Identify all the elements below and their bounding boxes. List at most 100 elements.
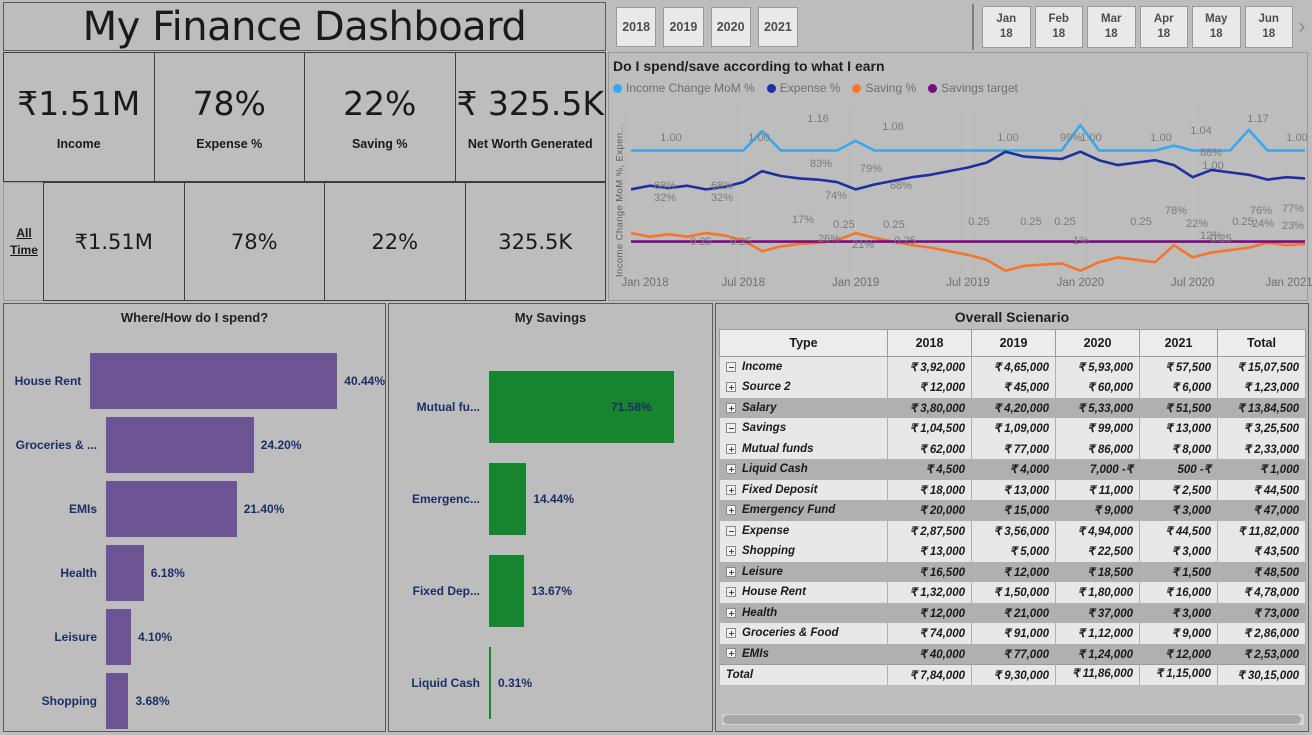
bar[interactable]: [106, 417, 254, 473]
all-time-slicer-button[interactable]: All Time: [3, 182, 44, 301]
bar[interactable]: [106, 481, 237, 537]
month-slicer-option-jun-18[interactable]: Jun 18: [1244, 5, 1293, 48]
line-chart-data-label: 79%: [859, 163, 883, 175]
expand-plus-icon[interactable]: [726, 607, 736, 618]
table-row[interactable]: Emergency Fund ₹ 20,000 ₹ 15,000 ₹ 9,000 ₹ 3…: [719, 500, 1306, 521]
table-cell-type[interactable]: Leisure: [719, 561, 888, 582]
year-slicer-option-2018[interactable]: 2018: [616, 6, 657, 47]
bar-chart-row[interactable]: Mutual fu... 71.58%: [389, 361, 712, 453]
table-cell-type[interactable]: House Rent: [719, 582, 888, 603]
table-cell-type[interactable]: Salary: [719, 397, 888, 418]
bar-chart-row[interactable]: Shopping 3.68%: [4, 669, 385, 733]
legend-item-saving[interactable]: Saving %: [852, 81, 916, 95]
bar-chart-row[interactable]: Liquid Cash 0.31%: [389, 637, 712, 729]
bar[interactable]: [106, 545, 144, 601]
bar-chart-row[interactable]: Leisure 4.10%: [4, 605, 385, 669]
table-cell-type[interactable]: Mutual funds: [719, 438, 888, 459]
month-slicer-option-feb-18[interactable]: Feb 18: [1034, 5, 1083, 48]
month-year: 18: [1262, 27, 1276, 40]
bar-category-label: EMIs: [68, 502, 97, 516]
bar-chart-row[interactable]: Emergenc... 14.44%: [389, 453, 712, 545]
table-horizontal-scrollbar[interactable]: [721, 713, 1305, 726]
table-row[interactable]: Expense ₹ 2,87,500 ₹ 3,56,000 ₹ 4,94,000 ₹ 4…: [719, 520, 1306, 541]
table-cell-type[interactable]: Fixed Deposit: [719, 479, 888, 500]
bar-chart-row[interactable]: Fixed Dep... 13.67%: [389, 545, 712, 637]
year-slicer-option-2019[interactable]: 2019: [663, 6, 704, 47]
expand-plus-icon[interactable]: [726, 566, 736, 577]
bar-chart-row[interactable]: Health 6.18%: [4, 541, 385, 605]
legend-item-expense[interactable]: Expense %: [766, 81, 840, 95]
table-cell-type[interactable]: Groceries & Food: [719, 623, 888, 644]
bar[interactable]: [489, 555, 525, 627]
table-row-label: Leisure: [742, 565, 783, 578]
table-row[interactable]: Health ₹ 12,000 ₹ 21,000 ₹ 37,000 ₹ 3,000 ₹ 7…: [719, 602, 1306, 623]
bar-chart-row[interactable]: Groceries & ... 24.20%: [4, 413, 385, 477]
expand-plus-icon[interactable]: [726, 587, 736, 598]
expand-plus-icon[interactable]: [726, 443, 736, 454]
collapse-minus-icon[interactable]: [726, 525, 736, 536]
legend-item-income-change-mom[interactable]: Income Change MoM %: [613, 81, 755, 95]
bar[interactable]: [489, 463, 527, 535]
expand-plus-icon[interactable]: [726, 628, 736, 639]
table-row[interactable]: Total ₹ 7,84,000 ₹ 9,30,000 ₹ 11,86,000 ₹ 1,…: [719, 663, 1306, 685]
bar[interactable]: [106, 609, 132, 665]
table-row[interactable]: Savings ₹ 1,04,500 ₹ 1,09,000 ₹ 99,000 ₹ 13,…: [719, 418, 1306, 439]
month-slicer-option-mar-18[interactable]: Mar 18: [1087, 5, 1136, 48]
table-row[interactable]: EMIs ₹ 40,000 ₹ 77,000 ₹ 1,24,000 ₹ 12,000 ₹ …: [719, 643, 1306, 664]
table-row[interactable]: Source 2 ₹ 12,000 ₹ 45,000 ₹ 60,000 ₹ 6,000 ₹…: [719, 377, 1306, 398]
expand-plus-icon[interactable]: [726, 648, 736, 659]
month-slicer-option-may-18[interactable]: May 18: [1192, 5, 1241, 48]
expand-plus-icon[interactable]: [726, 402, 736, 413]
table-row[interactable]: Leisure ₹ 16,500 ₹ 12,000 ₹ 18,500 ₹ 1,500 ₹ …: [719, 561, 1306, 582]
legend-item-savings-target[interactable]: Savings target: [928, 81, 1018, 95]
scrollbar-thumb[interactable]: [723, 715, 1301, 724]
table-cell-type[interactable]: Source 2: [719, 377, 888, 398]
month-slicer[interactable]: Jan 18 Feb 18 Mar 18 Apr 18 May 18 Jun 18: [980, 2, 1295, 51]
collapse-minus-icon[interactable]: [726, 423, 736, 434]
line-chart-data-label: 83%: [809, 158, 833, 170]
table-cell-type[interactable]: Expense: [719, 520, 888, 541]
table-column-header-2019[interactable]: 2019: [971, 329, 1056, 357]
line-chart-legend[interactable]: Income Change MoM % Expense % Saving % Savi…: [613, 81, 1018, 95]
kpi-value: 22%: [343, 83, 417, 123]
table-row-label: Groceries & Food: [742, 627, 839, 640]
chevron-right-icon[interactable]: ›: [1294, 16, 1310, 39]
bar[interactable]: [90, 353, 338, 409]
table-cell-type[interactable]: Total: [719, 663, 888, 685]
collapse-minus-icon[interactable]: [726, 361, 736, 372]
month-slicer-option-apr-18[interactable]: Apr 18: [1139, 5, 1188, 48]
year-slicer-option-2021[interactable]: 2021: [757, 6, 798, 47]
bar[interactable]: [106, 673, 129, 729]
table-row[interactable]: House Rent ₹ 1,32,000 ₹ 1,50,000 ₹ 1,80,000…: [719, 582, 1306, 603]
expand-plus-icon[interactable]: [726, 382, 736, 393]
table-column-header-2018[interactable]: 2018: [887, 329, 972, 357]
expand-plus-icon[interactable]: [726, 505, 736, 516]
table-cell-type[interactable]: Liquid Cash: [719, 459, 888, 480]
table-cell-type[interactable]: Emergency Fund: [719, 500, 888, 521]
table-row[interactable]: Salary ₹ 3,80,000 ₹ 4,20,000 ₹ 5,33,000 ₹ 51…: [719, 397, 1306, 418]
table-cell-type[interactable]: EMIs: [719, 643, 888, 664]
year-slicer-option-2020[interactable]: 2020: [710, 6, 751, 47]
table-row[interactable]: Mutual funds ₹ 62,000 ₹ 77,000 ₹ 86,000 ₹ 8,…: [719, 438, 1306, 459]
expand-plus-icon[interactable]: [726, 484, 736, 495]
table-cell-type[interactable]: Savings: [719, 418, 888, 439]
month-slicer-option-jan-18[interactable]: Jan 18: [982, 5, 1031, 48]
month-year: 18: [999, 27, 1013, 40]
table-cell-type[interactable]: Shopping: [719, 541, 888, 562]
table-row[interactable]: Groceries & Food ₹ 74,000 ₹ 91,000 ₹ 1,12,0…: [719, 623, 1306, 644]
table-row[interactable]: Shopping ₹ 13,000 ₹ 5,000 ₹ 22,500 ₹ 3,000 ₹ …: [719, 541, 1306, 562]
table-column-header-2021[interactable]: 2021: [1139, 329, 1218, 357]
table-cell-type[interactable]: Income: [719, 356, 888, 377]
table-column-header-total[interactable]: Total: [1217, 329, 1306, 357]
table-row[interactable]: Income ₹ 3,92,000 ₹ 4,65,000 ₹ 5,93,000 ₹ 57…: [719, 356, 1306, 377]
table-row[interactable]: Fixed Deposit ₹ 18,000 ₹ 13,000 ₹ 11,000 ₹ 2…: [719, 479, 1306, 500]
table-row[interactable]: Liquid Cash ₹ 4,500 ₹ 4,000 7,000 -₹ 500 -₹ ₹…: [719, 459, 1306, 480]
bar-chart-row[interactable]: EMIs 21.40%: [4, 477, 385, 541]
year-slicer[interactable]: 2018 2019 2020 2021: [612, 2, 802, 51]
expand-plus-icon[interactable]: [726, 546, 736, 557]
table-cell-type[interactable]: Health: [719, 602, 888, 623]
expand-plus-icon[interactable]: [726, 464, 736, 475]
table-column-header-type[interactable]: Type: [719, 329, 888, 357]
table-column-header-2020[interactable]: 2020: [1055, 329, 1140, 357]
bar-chart-row[interactable]: House Rent 40.44%: [4, 349, 385, 413]
